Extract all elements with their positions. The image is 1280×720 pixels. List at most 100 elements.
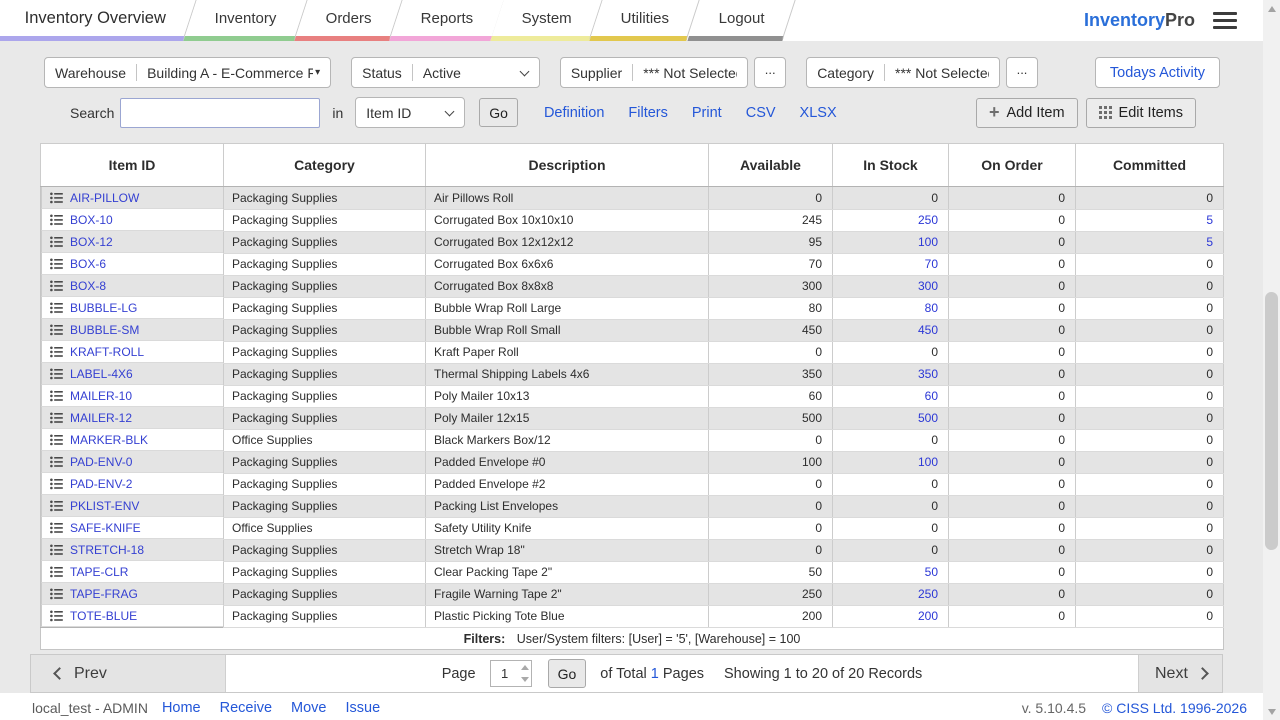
in-stock-link[interactable]: 300 — [918, 279, 938, 293]
in-stock-link[interactable]: 500 — [918, 411, 938, 425]
tab-inventory-overview[interactable]: Inventory Overview — [0, 0, 197, 41]
warehouse-select[interactable]: Warehouse Building A - E-Commerce Fulfil… — [44, 57, 331, 88]
col-header-committed[interactable]: Committed — [1076, 144, 1224, 187]
item-id-link[interactable]: KRAFT-ROLL — [70, 345, 144, 359]
in-stock-link[interactable]: 250 — [918, 213, 938, 227]
copyright-link[interactable]: © CISS Ltd. 1996-2026 — [1102, 700, 1247, 716]
supplier-more-button[interactable]: ... — [754, 57, 786, 88]
list-icon[interactable] — [50, 346, 63, 358]
receive-link[interactable]: Receive — [220, 700, 272, 716]
move-link[interactable]: Move — [291, 700, 326, 716]
csv-link[interactable]: CSV — [746, 105, 776, 121]
list-icon[interactable] — [50, 368, 63, 380]
list-icon[interactable] — [50, 434, 63, 446]
col-header-available[interactable]: Available — [709, 144, 833, 187]
list-icon[interactable] — [50, 610, 63, 622]
tab-logout[interactable]: Logout — [687, 0, 795, 41]
in-stock-link[interactable]: 60 — [925, 389, 938, 403]
committed-link[interactable]: 5 — [1206, 213, 1213, 227]
tab-utilities[interactable]: Utilities — [590, 0, 701, 41]
item-id-link[interactable]: BOX-8 — [70, 279, 106, 293]
list-icon[interactable] — [50, 324, 63, 336]
list-icon[interactable] — [50, 214, 63, 226]
tab-orders[interactable]: Orders — [294, 0, 402, 41]
item-id-link[interactable]: BUBBLE-SM — [70, 323, 139, 337]
col-header-in-stock[interactable]: In Stock — [833, 144, 949, 187]
page-go-button[interactable]: Go — [548, 659, 587, 688]
vertical-scrollbar[interactable] — [1263, 0, 1280, 720]
list-icon[interactable] — [50, 258, 63, 270]
spinner-up-icon[interactable] — [519, 661, 531, 674]
in-stock-link[interactable]: 70 — [925, 257, 938, 271]
supplier-select[interactable]: Supplier *** Not Selected — [560, 57, 748, 88]
item-id-link[interactable]: LABEL-4X6 — [70, 367, 133, 381]
item-id-link[interactable]: TAPE-CLR — [70, 565, 128, 579]
in-stock-link[interactable]: 250 — [918, 587, 938, 601]
item-id-link[interactable]: MAILER-12 — [70, 411, 132, 425]
item-id-link[interactable]: TAPE-FRAG — [70, 587, 138, 601]
search-field-select[interactable]: Item ID — [355, 97, 465, 128]
go-button[interactable]: Go — [479, 98, 518, 127]
list-icon[interactable] — [50, 302, 63, 314]
col-header-category[interactable]: Category — [224, 144, 426, 187]
item-id-link[interactable]: BOX-10 — [70, 213, 113, 227]
in-stock-link[interactable]: 100 — [918, 235, 938, 249]
category-more-button[interactable]: ... — [1006, 57, 1038, 88]
list-icon[interactable] — [50, 280, 63, 292]
definition-link[interactable]: Definition — [544, 105, 604, 121]
item-id-link[interactable]: STRETCH-18 — [70, 543, 144, 557]
list-icon[interactable] — [50, 544, 63, 556]
committed-link[interactable]: 5 — [1206, 235, 1213, 249]
list-icon[interactable] — [50, 522, 63, 534]
add-item-button[interactable]: + Add Item — [976, 98, 1078, 128]
in-stock-link[interactable]: 450 — [918, 323, 938, 337]
list-icon[interactable] — [50, 456, 63, 468]
col-header-item-id[interactable]: Item ID — [41, 144, 224, 187]
category-select[interactable]: Category *** Not Selected — [806, 57, 1000, 88]
print-link[interactable]: Print — [692, 105, 722, 121]
xlsx-link[interactable]: XLSX — [800, 105, 837, 121]
todays-activity-button[interactable]: Todays Activity — [1095, 57, 1220, 88]
item-id-link[interactable]: MARKER-BLK — [70, 433, 148, 447]
item-id-link[interactable]: AIR-PILLOW — [70, 191, 139, 205]
edit-items-button[interactable]: Edit Items — [1086, 98, 1196, 128]
list-icon[interactable] — [50, 412, 63, 424]
item-id-link[interactable]: BOX-12 — [70, 235, 113, 249]
list-icon[interactable] — [50, 192, 63, 204]
page-number-input[interactable]: 1 — [490, 660, 532, 687]
hamburger-menu-icon[interactable] — [1213, 0, 1237, 41]
list-icon[interactable] — [50, 236, 63, 248]
status-select[interactable]: Status Active — [351, 57, 540, 88]
item-id-link[interactable]: BOX-6 — [70, 257, 106, 271]
list-icon[interactable] — [50, 566, 63, 578]
in-stock-link[interactable]: 50 — [925, 565, 938, 579]
in-stock-link[interactable]: 200 — [918, 609, 938, 623]
list-icon[interactable] — [50, 390, 63, 402]
list-icon[interactable] — [50, 478, 63, 490]
tab-reports[interactable]: Reports — [389, 0, 504, 41]
scroll-down-arrow-icon[interactable] — [1263, 703, 1280, 720]
col-header-on-order[interactable]: On Order — [949, 144, 1076, 187]
scrollbar-thumb[interactable] — [1265, 292, 1278, 550]
tab-inventory[interactable]: Inventory — [184, 0, 308, 41]
item-id-link[interactable]: TOTE-BLUE — [70, 609, 137, 623]
in-stock-link[interactable]: 350 — [918, 367, 938, 381]
in-stock-link[interactable]: 100 — [918, 455, 938, 469]
home-link[interactable]: Home — [162, 700, 201, 716]
filters-link[interactable]: Filters — [628, 105, 667, 121]
item-id-link[interactable]: BUBBLE-LG — [70, 301, 137, 315]
search-input[interactable] — [120, 98, 320, 128]
item-id-link[interactable]: SAFE-KNIFE — [70, 521, 141, 535]
list-icon[interactable] — [50, 500, 63, 512]
item-id-link[interactable]: PAD-ENV-2 — [70, 477, 132, 491]
issue-link[interactable]: Issue — [345, 700, 380, 716]
spinner-down-icon[interactable] — [519, 674, 531, 687]
next-page-button[interactable]: Next — [1138, 655, 1222, 692]
tab-system[interactable]: System — [491, 0, 603, 41]
item-id-link[interactable]: PKLIST-ENV — [70, 499, 139, 513]
scroll-up-arrow-icon[interactable] — [1263, 0, 1280, 17]
item-id-link[interactable]: MAILER-10 — [70, 389, 132, 403]
col-header-description[interactable]: Description — [426, 144, 709, 187]
list-icon[interactable] — [50, 588, 63, 600]
item-id-link[interactable]: PAD-ENV-0 — [70, 455, 132, 469]
